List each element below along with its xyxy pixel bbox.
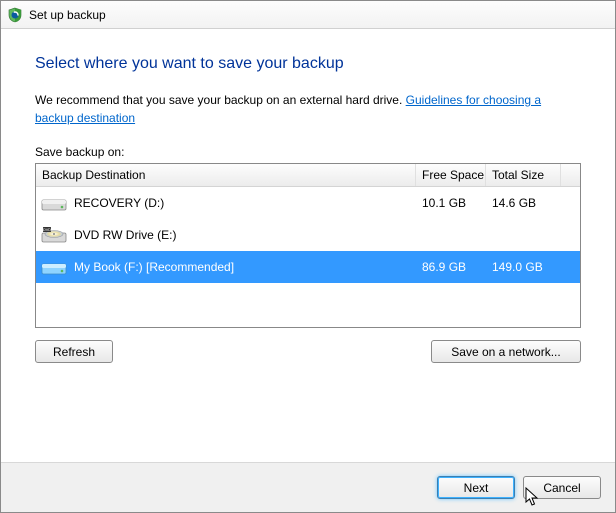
backup-shield-icon: [7, 7, 23, 23]
save-on-network-button[interactable]: Save on a network...: [431, 340, 581, 363]
page-heading: Select where you want to save your backu…: [35, 55, 581, 73]
drive-name: My Book (F:) [Recommended]: [74, 260, 234, 274]
col-header-total-size[interactable]: Total Size: [486, 164, 561, 186]
hard-drive-icon: [40, 192, 68, 214]
list-row[interactable]: RECOVERY (D:) 10.1 GB14.6 GB: [36, 187, 580, 219]
col-header-free-space[interactable]: Free Space: [416, 164, 486, 186]
drive-name: RECOVERY (D:): [74, 196, 164, 210]
refresh-button[interactable]: Refresh: [35, 340, 113, 363]
cancel-button[interactable]: Cancel: [523, 476, 601, 499]
button-row: Refresh Save on a network...: [35, 340, 581, 363]
free-space-cell: 10.1 GB: [416, 196, 486, 210]
total-size-cell: 14.6 GB: [486, 196, 561, 210]
content-area: Select where you want to save your backu…: [1, 29, 615, 462]
col-header-extra: [561, 164, 580, 186]
list-body: RECOVERY (D:) 10.1 GB14.6 GB DVD DVD RW Dri…: [36, 187, 580, 283]
next-button[interactable]: Next: [437, 476, 515, 499]
intro-plain: We recommend that you save your backup o…: [35, 93, 406, 107]
list-row[interactable]: DVD DVD RW Drive (E:): [36, 219, 580, 251]
window-title: Set up backup: [29, 8, 106, 22]
external-drive-icon: [40, 256, 68, 278]
optical-drive-icon: DVD: [40, 224, 68, 246]
destination-list: Backup Destination Free Space Total Size…: [35, 163, 581, 328]
svg-text:DVD: DVD: [43, 228, 51, 232]
list-row[interactable]: My Book (F:) [Recommended] 86.9 GB149.0 G…: [36, 251, 580, 283]
col-header-destination[interactable]: Backup Destination: [36, 164, 416, 186]
list-header[interactable]: Backup Destination Free Space Total Size: [36, 164, 580, 187]
drive-name: DVD RW Drive (E:): [74, 228, 176, 242]
save-on-label: Save backup on:: [35, 145, 581, 159]
footer: Next Cancel: [1, 462, 615, 512]
intro-text: We recommend that you save your backup o…: [35, 91, 581, 127]
total-size-cell: 149.0 GB: [486, 260, 561, 274]
titlebar: Set up backup: [1, 1, 615, 29]
free-space-cell: 86.9 GB: [416, 260, 486, 274]
wizard-window: Set up backup Select where you want to s…: [0, 0, 616, 513]
